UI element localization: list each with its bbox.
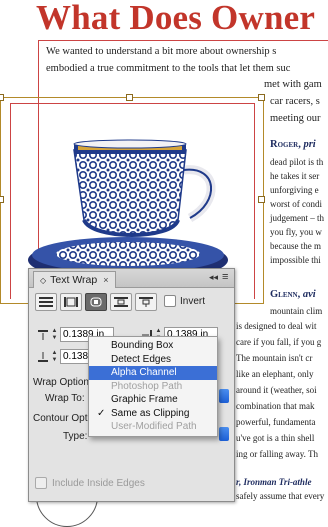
top-offset-stepper[interactable]: ▲ ▼ — [51, 328, 58, 342]
section-heading-roger: Roger, pri — [270, 139, 316, 151]
body-line: judgement – th — [270, 213, 324, 223]
body-line: met with gam — [264, 79, 322, 90]
panel-menu-icon[interactable]: ≡ — [222, 271, 228, 283]
menu-item-detect-edges[interactable]: Detect Edges — [89, 353, 217, 367]
menu-item-label: Bounding Box — [111, 340, 174, 351]
wrap-object-shape-button[interactable] — [85, 293, 107, 311]
wrap-bounding-box-button[interactable] — [60, 293, 82, 311]
no-wrap-button[interactable] — [35, 293, 57, 311]
jump-object-icon — [114, 297, 128, 307]
wrap-mode-buttons — [35, 293, 157, 311]
menu-item-label: User-Modified Path — [111, 421, 197, 432]
body-line: you fly, you w — [270, 227, 322, 237]
panel-titlebar[interactable]: ◇ Text Wrap × ◂◂ ≡ — [29, 269, 234, 288]
invert-label: Invert — [180, 295, 206, 307]
body-line: safely assume that every — [236, 491, 325, 501]
body-line: mountain clim — [270, 306, 323, 316]
resize-handle[interactable] — [0, 94, 4, 101]
menu-item-bounding-box[interactable]: Bounding Box — [89, 339, 217, 353]
body-line: embodied a true commitment to the tools … — [46, 63, 291, 74]
margin-guide-top — [38, 40, 328, 41]
body-line: care if you fall, if you g — [236, 337, 322, 347]
menu-item-photoshop-path: Photoshop Path — [89, 380, 217, 394]
person-name: Roger, — [270, 139, 301, 150]
type-label: Type: — [63, 431, 88, 442]
person-name: Glenn, — [270, 289, 301, 300]
close-icon[interactable]: × — [103, 275, 108, 285]
panel-title: Text Wrap — [50, 274, 98, 286]
collapse-icon[interactable]: ◂◂ — [209, 272, 218, 283]
menu-item-graphic-frame[interactable]: Graphic Frame — [89, 393, 217, 407]
page-headline: What Does Owner — [36, 0, 316, 37]
menu-item-label: Detect Edges — [111, 353, 172, 365]
body-line: combination that mak — [236, 401, 315, 411]
include-inside-edges-label: Include Inside Edges — [52, 477, 145, 489]
body-line: The mountain isn't cr — [236, 353, 313, 363]
body-line: meeting our — [270, 113, 321, 124]
object-shape-icon — [90, 297, 102, 307]
check-icon: ✓ — [97, 407, 106, 419]
body-line: powerful, fundamenta — [236, 417, 316, 427]
include-inside-edges-option[interactable]: Include Inside Edges — [35, 477, 145, 489]
jump-column-icon — [139, 297, 153, 307]
menu-item-user-modified-path: User-Modified Path — [89, 420, 217, 434]
menu-item-label: Same as Clipping — [111, 407, 190, 419]
invert-checkbox[interactable] — [164, 295, 176, 307]
body-line: unforgiving e — [270, 185, 319, 195]
body-line: around it (weather, soi — [236, 385, 317, 395]
bottom-offset-stepper[interactable]: ▲ ▼ — [51, 350, 58, 364]
type-dropdown-arrow[interactable] — [219, 427, 229, 441]
section-heading-glenn: Glenn, avi — [270, 289, 316, 301]
body-line: he takes it ser — [270, 171, 320, 181]
body-line: u've got is a thin shell — [236, 433, 315, 443]
bottom-offset-icon — [37, 351, 49, 363]
wrap-options-label: Wrap Options — [33, 377, 94, 388]
body-line: like an elephant, only — [236, 369, 314, 379]
body-line: worst of condi — [270, 199, 322, 209]
body-line: We wanted to understand a bit more about… — [46, 46, 277, 57]
invert-option[interactable]: Invert — [164, 295, 205, 307]
no-wrap-icon — [39, 297, 53, 307]
menu-item-alpha-channel[interactable]: Alpha Channel — [89, 366, 217, 380]
person-role: avi — [302, 289, 316, 300]
menu-item-same-as-clipping[interactable]: ✓ Same as Clipping — [89, 407, 217, 421]
include-inside-edges-checkbox[interactable] — [35, 477, 47, 489]
menu-item-label: Alpha Channel — [111, 367, 177, 378]
menu-item-label: Photoshop Path — [111, 380, 183, 392]
body-line: because the m — [270, 241, 321, 251]
contour-type-menu: Bounding Box Detect Edges Alpha Channel … — [88, 336, 218, 437]
bottom-role: r, Ironman Tri-athle — [236, 477, 312, 487]
body-line: dead pilot is th — [270, 157, 324, 167]
resize-handle[interactable] — [0, 196, 4, 203]
body-line: impossible thi — [270, 255, 321, 265]
panel-arrows-icon: ◇ — [40, 275, 47, 285]
top-offset-icon — [37, 329, 49, 341]
wrap-to-label: Wrap To: — [45, 393, 85, 404]
jump-next-column-button[interactable] — [135, 293, 157, 311]
person-role: pri — [303, 139, 316, 150]
body-line: car racers, s — [270, 96, 320, 107]
menu-item-label: Graphic Frame — [111, 394, 178, 405]
body-line: ing or falling away. Th — [236, 449, 318, 459]
wrap-to-dropdown-arrow[interactable] — [219, 389, 229, 403]
tab-text-wrap[interactable]: ◇ Text Wrap × — [33, 271, 116, 288]
bounding-box-icon — [64, 297, 78, 307]
body-line: is designed to deal wit — [236, 321, 317, 331]
contour-options-label: Contour Opti — [33, 413, 90, 424]
jump-object-button[interactable] — [110, 293, 132, 311]
